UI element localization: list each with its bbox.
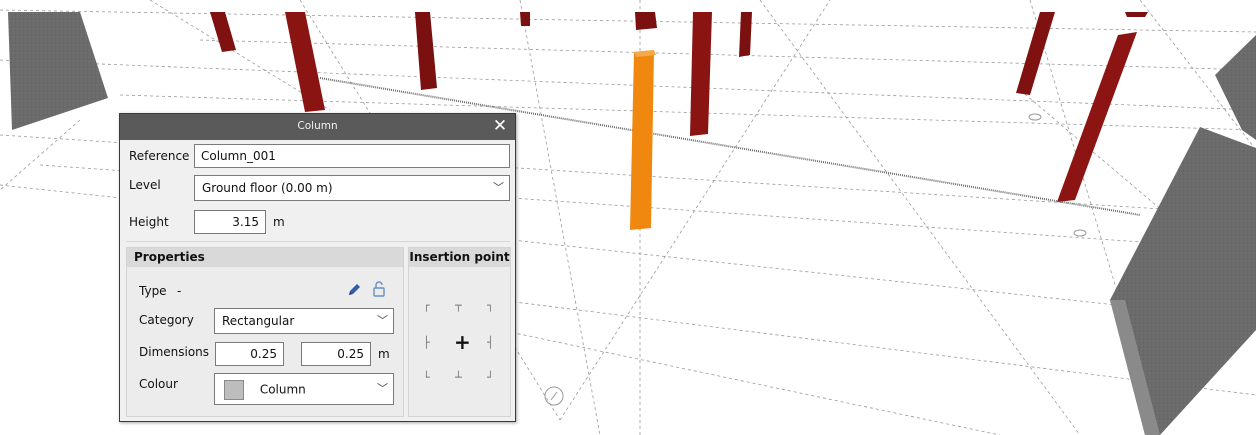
insertion-middle-left-icon[interactable]: ├ xyxy=(423,337,430,348)
chevron-down-icon: ﹀ xyxy=(377,314,388,327)
insertion-top-center-icon[interactable]: ┬ xyxy=(455,300,462,311)
dimensions-unit: m xyxy=(378,347,390,361)
insertion-point-panel: Insertion point ┌ ┬ ┐ ├ + ┤ └ ┴ ┘ xyxy=(408,247,511,417)
chevron-down-icon: ﹀ xyxy=(493,181,504,194)
column-dialog: Column ✕ Reference Column_001 Level Grou… xyxy=(119,113,516,422)
insertion-top-right-icon[interactable]: ┐ xyxy=(487,300,494,311)
reference-label: Reference xyxy=(129,149,190,163)
insertion-bottom-right-icon[interactable]: ┘ xyxy=(487,372,494,383)
wall-left xyxy=(8,12,108,130)
wall-right xyxy=(1110,127,1256,435)
insertion-bottom-left-icon[interactable]: └ xyxy=(423,372,430,383)
level-select-value: Ground floor (0.00 m) xyxy=(202,181,333,195)
height-unit: m xyxy=(273,215,285,229)
type-label: Type xyxy=(139,284,167,298)
level-label: Level xyxy=(129,178,161,192)
reference-input[interactable]: Column_001 xyxy=(194,144,510,168)
dialog-title: Column xyxy=(297,120,338,132)
insertion-bottom-center-icon[interactable]: ┴ xyxy=(455,372,462,383)
colour-select[interactable]: Column ﹀ xyxy=(214,373,394,405)
wall-right-top xyxy=(1215,35,1256,140)
node-markers xyxy=(544,113,1087,406)
dimension-y-input[interactable]: 0.25 xyxy=(301,342,371,366)
dialog-titlebar[interactable]: Column ✕ xyxy=(120,114,515,140)
pencil-icon[interactable] xyxy=(346,282,362,301)
height-label: Height xyxy=(129,215,169,229)
colour-swatch xyxy=(224,379,244,400)
insertion-top-left-icon[interactable]: ┌ xyxy=(423,300,430,311)
category-label: Category xyxy=(139,313,194,327)
properties-panel: Properties Type - Category Rectangular ﹀… xyxy=(126,247,404,417)
colour-select-value: Column xyxy=(259,382,306,397)
insertion-middle-right-icon[interactable]: ┤ xyxy=(487,337,494,348)
colour-label: Colour xyxy=(139,377,178,391)
chevron-down-icon: ﹀ xyxy=(377,382,388,395)
height-input[interactable]: 3.15 xyxy=(194,210,266,234)
properties-header: Properties xyxy=(127,248,403,267)
insertion-point-header: Insertion point xyxy=(409,248,510,267)
insertion-center-icon[interactable]: + xyxy=(454,332,471,352)
selected-column xyxy=(630,50,656,230)
category-select-value: Rectangular xyxy=(222,314,295,328)
category-select[interactable]: Rectangular ﹀ xyxy=(214,308,394,334)
dimension-x-input[interactable]: 0.25 xyxy=(215,342,284,366)
type-value: - xyxy=(177,284,182,298)
divider xyxy=(126,241,510,242)
unlock-icon[interactable] xyxy=(372,281,386,301)
level-select[interactable]: Ground floor (0.00 m) ﹀ xyxy=(194,175,510,201)
close-icon[interactable]: ✕ xyxy=(491,116,509,136)
dimensions-label: Dimensions xyxy=(139,345,210,359)
